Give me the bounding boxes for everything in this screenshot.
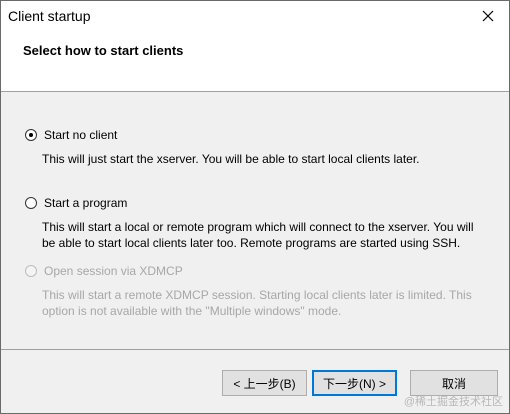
option-xdmcp: Open session via XDMCP This will start a…: [23, 264, 482, 319]
back-button[interactable]: < 上一步(B): [222, 370, 307, 396]
start-no-client-radio[interactable]: [25, 129, 37, 141]
close-icon: [482, 10, 494, 22]
start-program-radio[interactable]: [25, 197, 37, 209]
start-no-client-description: This will just start the xserver. You wi…: [42, 152, 420, 166]
watermark-text: @稀土掘金技术社区: [403, 396, 503, 408]
xdmcp-radio: [25, 265, 37, 277]
xdmcp-label: Open session via XDMCP: [44, 264, 183, 278]
wizard-header: Select how to start clients: [1, 31, 509, 92]
start-program-description: This will start a local or remote progra…: [42, 220, 474, 250]
close-button[interactable]: [467, 1, 509, 31]
option-start-no-client: Start no client This will just start the…: [23, 128, 482, 167]
window-title: Client startup: [8, 8, 91, 24]
next-button[interactable]: 下一步(N) >: [312, 370, 397, 396]
footer-divider: [1, 349, 509, 350]
page-title: Select how to start clients: [23, 43, 184, 58]
xdmcp-description: This will start a remote XDMCP session. …: [42, 288, 472, 318]
start-program-label[interactable]: Start a program: [44, 196, 127, 210]
title-bar: Client startup: [1, 1, 509, 31]
start-no-client-label[interactable]: Start no client: [44, 128, 117, 142]
client-startup-dialog: Client startup Select how to start clien…: [0, 0, 510, 414]
option-start-program: Start a program This will start a local …: [23, 196, 482, 251]
